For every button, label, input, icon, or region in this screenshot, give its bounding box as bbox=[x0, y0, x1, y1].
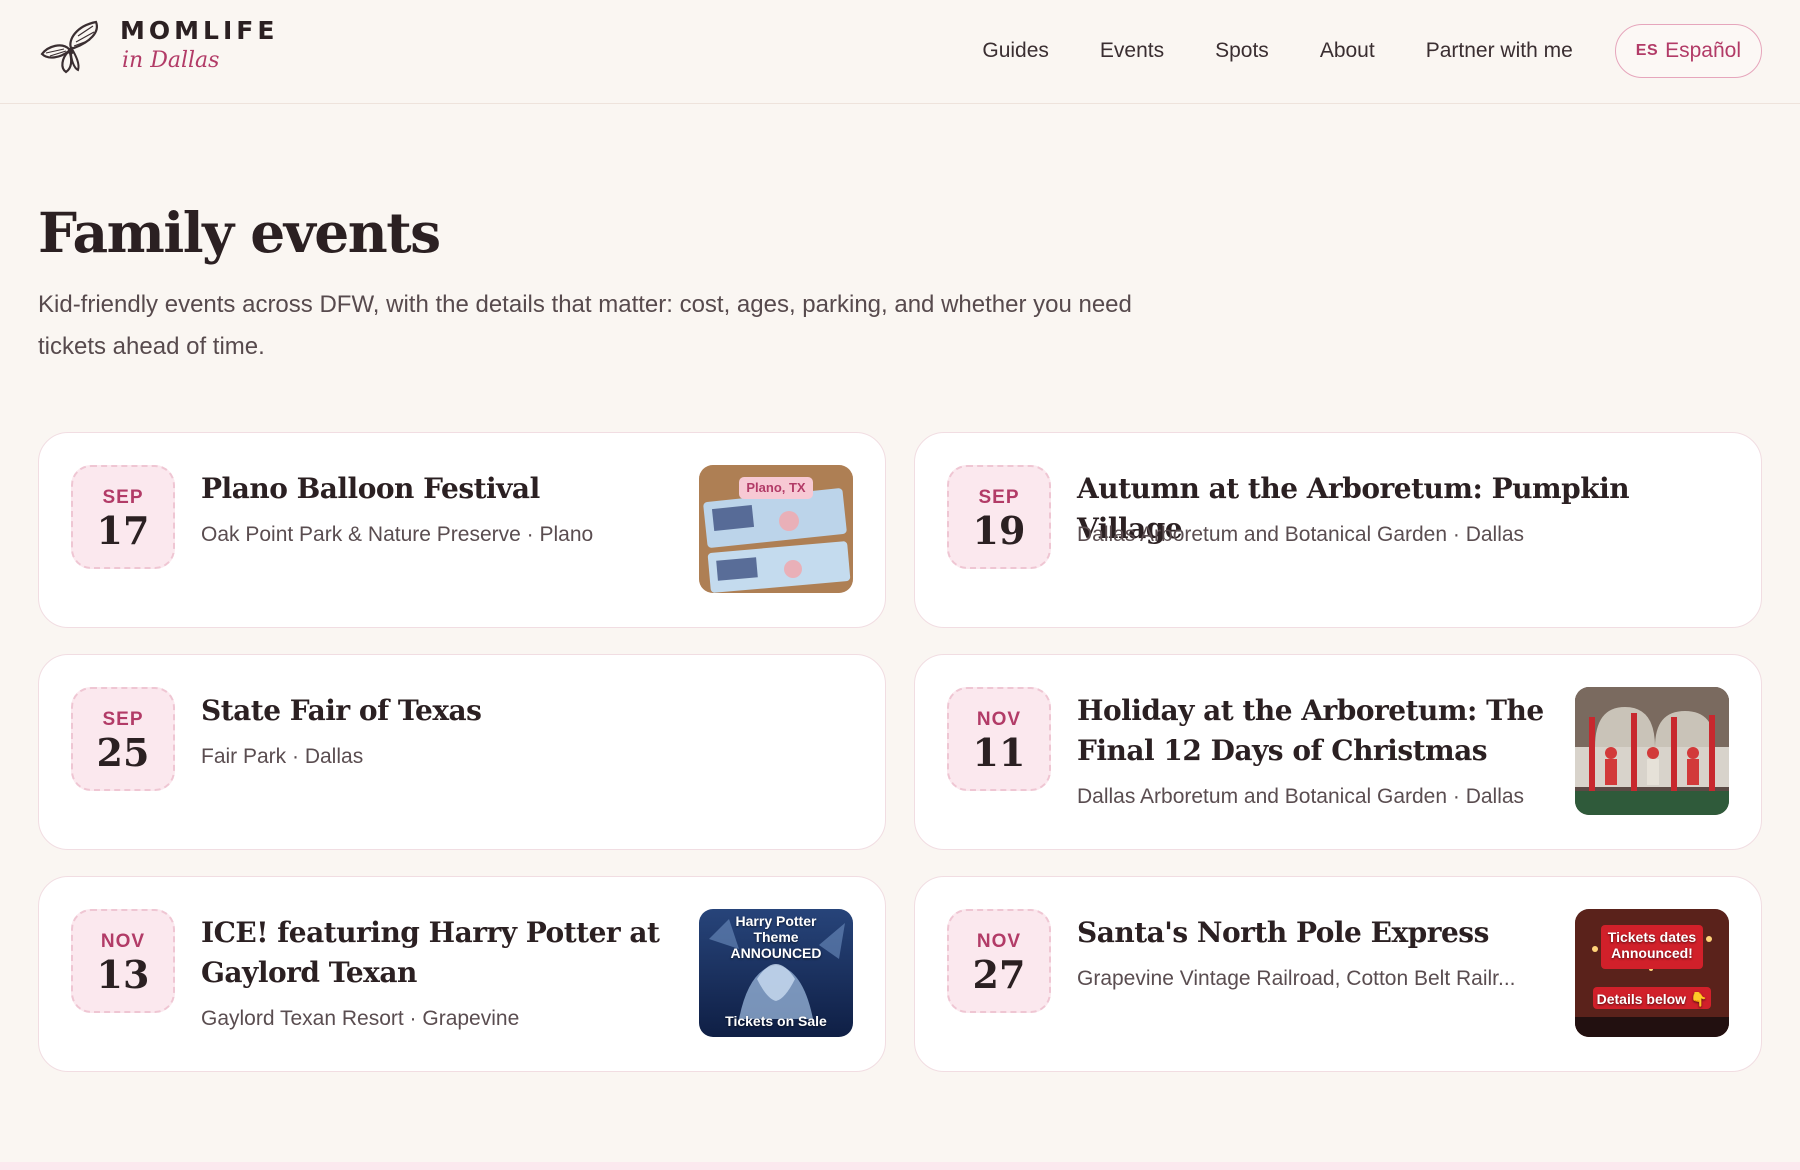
event-venue: Dallas Arboretum and Botanical Garden · … bbox=[1077, 785, 1525, 808]
event-day: 13 bbox=[96, 952, 150, 997]
event-title: Santa's North Pole Express bbox=[1077, 916, 1489, 949]
event-day: 27 bbox=[972, 952, 1026, 997]
event-thumbnail bbox=[1575, 687, 1729, 815]
event-date: NOV 13 bbox=[71, 909, 175, 1013]
event-month: NOV bbox=[976, 709, 1022, 730]
event-thumbnail: Plano, TX bbox=[699, 465, 853, 593]
page-title: Family events bbox=[38, 200, 441, 265]
language-toggle-button[interactable]: ES Español bbox=[1614, 24, 1762, 78]
event-venue: Gaylord Texan Resort · Grapevine bbox=[201, 1007, 520, 1030]
thumbnail-headline: Tickets dates Announced! bbox=[1607, 929, 1697, 961]
language-code: ES bbox=[1635, 42, 1659, 59]
event-day: 25 bbox=[96, 730, 150, 775]
thumbnail-footer: Details below 👇 bbox=[1596, 991, 1708, 1007]
thumbnail-footer: Tickets on Sale bbox=[725, 1013, 827, 1029]
event-day: 11 bbox=[972, 730, 1026, 775]
event-day: 19 bbox=[972, 508, 1026, 553]
main-nav: Guides Events Spots About Partner with m… bbox=[982, 24, 1762, 78]
event-venue: Oak Point Park & Nature Preserve · Plano bbox=[201, 523, 594, 546]
event-month: SEP bbox=[102, 487, 144, 508]
nav-events[interactable]: Events bbox=[1100, 24, 1164, 78]
page-subtitle: Kid-friendly events across DFW, with the… bbox=[38, 291, 1132, 360]
event-month: NOV bbox=[100, 931, 146, 952]
thumbnail-headline: Harry Potter Theme ANNOUNCED bbox=[730, 913, 822, 961]
nav-guides[interactable]: Guides bbox=[982, 24, 1049, 78]
event-venue: Dallas Arboretum and Botanical Garden · … bbox=[1077, 523, 1525, 546]
event-date: NOV 11 bbox=[947, 687, 1051, 791]
event-date: SEP 17 bbox=[71, 465, 175, 569]
event-card-plano-balloon[interactable]: SEP 17 Plano Balloon Festival Oak Point … bbox=[38, 432, 886, 628]
event-date: SEP 19 bbox=[947, 465, 1051, 569]
thumbnail-caption: Plano, TX bbox=[746, 480, 806, 495]
event-venue: Fair Park · Dallas bbox=[201, 745, 364, 768]
event-card-pumpkin-village[interactable]: SEP 19 Autumn at the Arboretum: Pumpkin … bbox=[914, 432, 1762, 628]
site-logo[interactable]: MOMLIFE in Dallas bbox=[38, 16, 278, 76]
site-header: MOMLIFE in Dallas Guides Events Spots Ab… bbox=[0, 0, 1800, 104]
footer-divider bbox=[0, 1162, 1800, 1170]
brand-tagline: in Dallas bbox=[122, 48, 220, 73]
nav-partner[interactable]: Partner with me bbox=[1426, 24, 1573, 78]
event-thumbnail: Harry Potter Theme ANNOUNCED Tickets on … bbox=[699, 909, 853, 1037]
event-title: Plano Balloon Festival bbox=[201, 472, 540, 505]
event-card-holiday-arboretum[interactable]: NOV 11 Holiday at the Arboretum: The Fin… bbox=[914, 654, 1762, 850]
butterfly-icon bbox=[40, 20, 98, 74]
event-month: SEP bbox=[102, 709, 144, 730]
event-day: 17 bbox=[96, 508, 150, 553]
nav-about[interactable]: About bbox=[1320, 24, 1375, 78]
event-thumbnail: Tickets dates Announced! Details below 👇 bbox=[1575, 909, 1729, 1037]
event-title: Holiday at the Arboretum: The Final 12 D… bbox=[1077, 694, 1544, 767]
event-venue: Grapevine Vintage Railroad, Cotton Belt … bbox=[1077, 967, 1516, 990]
nav-spots[interactable]: Spots bbox=[1215, 24, 1269, 78]
event-title: ICE! featuring Harry Potter at Gaylord T… bbox=[201, 916, 660, 989]
brand-name: MOMLIFE bbox=[120, 16, 279, 45]
event-title: State Fair of Texas bbox=[201, 694, 482, 727]
event-date: NOV 27 bbox=[947, 909, 1051, 1013]
event-card-north-pole-express[interactable]: NOV 27 Santa's North Pole Express Grapev… bbox=[914, 876, 1762, 1072]
language-label: Español bbox=[1665, 39, 1741, 62]
event-month: SEP bbox=[978, 487, 1020, 508]
event-card-state-fair[interactable]: SEP 25 State Fair of Texas Fair Park · D… bbox=[38, 654, 886, 850]
event-month: NOV bbox=[976, 931, 1022, 952]
event-card-ice-harry-potter[interactable]: NOV 13 ICE! featuring Harry Potter at Ga… bbox=[38, 876, 886, 1072]
event-date: SEP 25 bbox=[71, 687, 175, 791]
